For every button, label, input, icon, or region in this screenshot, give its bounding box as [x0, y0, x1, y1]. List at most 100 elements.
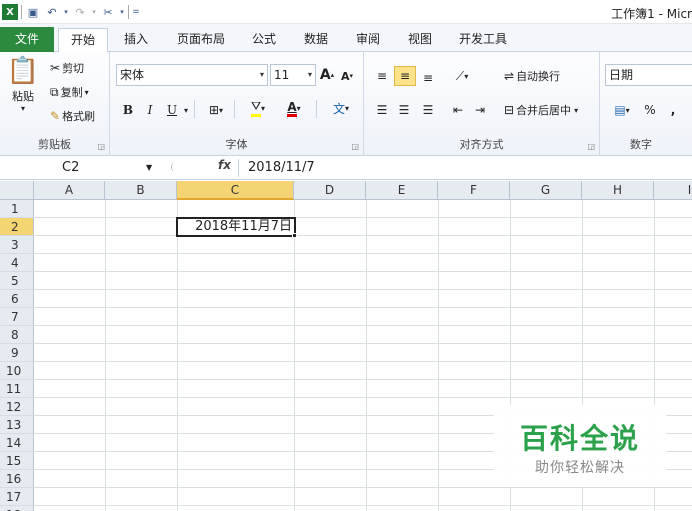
decrease-indent-button[interactable]: ⇤ — [448, 100, 468, 120]
fill-color-button[interactable]: ⛛ ▾ — [242, 98, 274, 118]
increase-indent-button[interactable]: ⇥ — [470, 100, 490, 120]
redo-icon[interactable]: ↷ — [72, 4, 88, 20]
dialog-launcher-icon[interactable]: ◲ — [351, 142, 359, 151]
merge-center-button[interactable]: ⊟ 合并后居中 ▾ — [504, 102, 578, 118]
toolbar-divider — [128, 5, 129, 19]
row-header-9[interactable]: 9 — [0, 344, 34, 362]
orientation-button[interactable]: ⟋ ▾ — [448, 66, 476, 86]
align-middle-button[interactable]: ≡ — [394, 66, 416, 86]
select-all-corner[interactable] — [0, 181, 34, 200]
shrink-font-button[interactable]: A ▾ — [338, 66, 356, 86]
row-header-1[interactable]: 1 — [0, 200, 34, 218]
undo-dropdown-icon[interactable]: ▾ — [63, 4, 69, 20]
chevron-down-icon: ▾ — [574, 105, 579, 115]
tab-insert[interactable]: 插入 — [114, 28, 158, 52]
column-header-i[interactable]: I — [654, 181, 692, 200]
comma-style-button[interactable]: , — [666, 100, 680, 120]
row-header-4[interactable]: 4 — [0, 254, 34, 272]
row-header-8[interactable]: 8 — [0, 326, 34, 344]
formula-bar-splitter-icon[interactable]: ( — [162, 160, 182, 176]
merge-center-label: 合并后居中 — [516, 104, 572, 117]
column-header-b[interactable]: B — [105, 181, 177, 200]
gridline — [34, 235, 692, 236]
name-box-dropdown-icon[interactable]: ▼ — [146, 163, 152, 172]
row-header-12[interactable]: 12 — [0, 398, 34, 416]
redo-dropdown-icon[interactable]: ▾ — [91, 4, 97, 20]
column-header-d[interactable]: D — [294, 181, 366, 200]
undo-icon[interactable]: ↶ — [44, 4, 60, 20]
ribbon: 📋 粘贴 ▾ ✂ 剪切 ⧉ 复制 ▾ ✎ 格式刷 剪贴板 ◲ 宋体 ▾ 11 ▾ A ▴ A ▾… — [0, 52, 692, 156]
watermark-subtitle: 助你轻松解决 — [535, 460, 625, 476]
align-top-button[interactable]: ≡ — [372, 66, 392, 86]
tab-review[interactable]: 审阅 — [348, 28, 388, 52]
tab-file[interactable]: 文件 — [0, 27, 54, 52]
row-header-17[interactable]: 17 — [0, 488, 34, 506]
tab-data[interactable]: 数据 — [296, 28, 336, 52]
customize-qat-icon[interactable]: = — [132, 4, 140, 20]
row-header-18[interactable]: 18 — [0, 506, 34, 511]
row-header-3[interactable]: 3 — [0, 236, 34, 254]
column-header-f[interactable]: F — [438, 181, 510, 200]
dialog-launcher-icon[interactable]: ◲ — [97, 142, 105, 151]
tab-home[interactable]: 开始 — [58, 28, 108, 52]
column-header-h[interactable]: H — [582, 181, 654, 200]
gridline — [34, 361, 692, 362]
row-header-14[interactable]: 14 — [0, 434, 34, 452]
align-bottom-button[interactable]: ≡ — [418, 68, 438, 88]
name-box[interactable]: C2 — [0, 158, 160, 178]
phonetic-guide-button[interactable]: 文 ▾ — [324, 98, 358, 118]
align-right-button[interactable]: ☰ — [418, 100, 438, 120]
paste-button[interactable]: 📋 粘贴 ▾ — [4, 56, 42, 122]
save-icon[interactable]: ▣ — [25, 4, 41, 20]
row-header-15[interactable]: 15 — [0, 452, 34, 470]
formula-input[interactable]: 2018/11/7 — [248, 159, 315, 177]
italic-button[interactable]: I — [140, 100, 160, 120]
accounting-format-button[interactable]: ▤ ▾ — [608, 100, 636, 120]
tab-developer[interactable]: 开发工具 — [452, 28, 514, 52]
row-header-5[interactable]: 5 — [0, 272, 34, 290]
percent-style-button[interactable]: % — [640, 100, 660, 120]
row-header-6[interactable]: 6 — [0, 290, 34, 308]
active-cell-c2[interactable]: 2018年11月7日 — [176, 217, 296, 237]
row-header-11[interactable]: 11 — [0, 380, 34, 398]
borders-button[interactable]: ⊞ ▾ — [202, 100, 230, 120]
gridline — [34, 505, 692, 506]
column-header-g[interactable]: G — [510, 181, 582, 200]
tab-page-layout[interactable]: 页面布局 — [170, 28, 232, 52]
underline-dropdown-icon[interactable]: ▾ — [182, 100, 190, 120]
format-painter-button[interactable]: ✎ 格式刷 — [50, 108, 95, 124]
number-format-combo[interactable]: 日期 — [605, 64, 692, 86]
copy-icon: ⧉ — [50, 84, 59, 99]
row-header-16[interactable]: 16 — [0, 470, 34, 488]
copy-button[interactable]: ⧉ 复制 ▾ — [50, 84, 89, 100]
column-header-c[interactable]: C — [177, 181, 294, 200]
wrap-text-button[interactable]: ⇌ 自动换行 — [504, 68, 560, 84]
row-header-13[interactable]: 13 — [0, 416, 34, 434]
column-header-e[interactable]: E — [366, 181, 438, 200]
excel-logo-icon: X — [2, 4, 18, 20]
font-size-combo[interactable]: 11 ▾ — [270, 64, 316, 86]
insert-function-icon[interactable]: fx — [218, 158, 231, 172]
number-format-value: 日期 — [609, 68, 634, 82]
row-header-10[interactable]: 10 — [0, 362, 34, 380]
align-left-button[interactable]: ☰ — [372, 100, 392, 120]
gridline — [34, 271, 692, 272]
tab-formulas[interactable]: 公式 — [244, 28, 284, 52]
row-header-2[interactable]: 2 — [0, 218, 34, 236]
row-header-7[interactable]: 7 — [0, 308, 34, 326]
tool-dropdown-icon[interactable]: ▾ — [119, 4, 125, 20]
tab-view[interactable]: 视图 — [400, 28, 440, 52]
font-color-button[interactable]: A ▾ — [278, 98, 310, 118]
cut-button[interactable]: ✂ 剪切 — [50, 60, 84, 76]
align-center-button[interactable]: ☰ — [394, 100, 414, 120]
font-name-combo[interactable]: 宋体 ▾ — [116, 64, 268, 86]
dialog-launcher-icon[interactable]: ◲ — [587, 142, 595, 151]
grow-font-button[interactable]: A ▴ — [318, 65, 336, 85]
underline-button[interactable]: U — [162, 100, 182, 120]
grow-font-icon: A — [319, 67, 331, 83]
custom-tool-icon[interactable]: ✂ — [100, 4, 116, 20]
align-center-icon: ☰ — [398, 103, 410, 117]
bold-button[interactable]: B — [118, 100, 138, 120]
column-header-a[interactable]: A — [34, 181, 105, 200]
fill-handle[interactable] — [292, 233, 297, 238]
